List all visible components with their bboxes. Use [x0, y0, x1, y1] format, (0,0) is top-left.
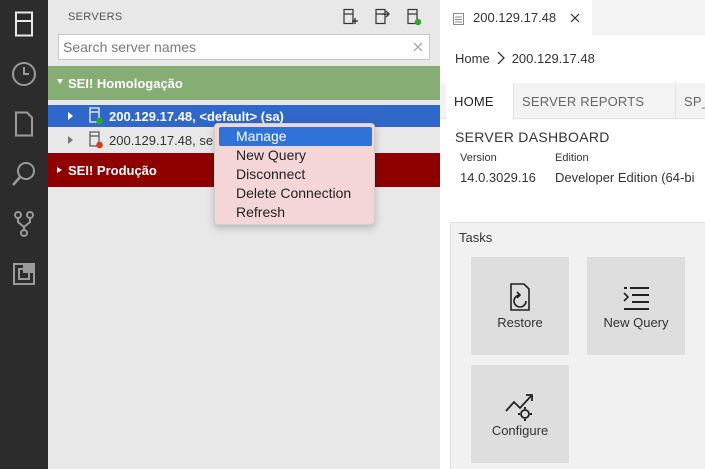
tab-sp[interactable]: SP_	[675, 83, 705, 119]
edition-value: Developer Edition (64-bi	[555, 170, 695, 185]
close-tab-icon[interactable]	[569, 11, 581, 23]
file-icon	[453, 12, 464, 25]
server-label: 200.129.17.48, <default> (sa)	[109, 109, 284, 124]
task-configure[interactable]: Configure	[471, 365, 569, 463]
tasks-widget: Tasks Restore New Query Configure	[450, 222, 705, 469]
tasks-title: Tasks	[459, 230, 493, 245]
edition-label: Edition	[555, 152, 589, 164]
configure-icon	[502, 387, 538, 423]
search-icon[interactable]	[10, 160, 38, 188]
tab-server-reports[interactable]: SERVER REPORTS	[513, 83, 675, 119]
search-input-container	[58, 34, 430, 60]
tab-home[interactable]: HOME	[446, 83, 513, 119]
task-label: Restore	[497, 315, 543, 330]
servers-icon[interactable]	[10, 10, 38, 38]
search-input[interactable]	[63, 37, 403, 57]
server-label: 200.129.17.48, se	[109, 133, 214, 148]
active-connections-icon[interactable]	[405, 8, 423, 26]
server-disconnected-icon	[88, 131, 104, 149]
sidebar-header: SERVERS	[48, 0, 440, 34]
menu-item-delete-connection[interactable]: Delete Connection	[219, 184, 372, 203]
menu-item-refresh[interactable]: Refresh	[219, 203, 372, 222]
explorer-icon[interactable]	[10, 110, 38, 138]
editor-tab-bar: 200.129.17.48	[440, 0, 705, 35]
expanded-caret-icon	[57, 79, 63, 84]
servers-sidebar: SERVERS SEI! Homologação 200.129.17.48, …	[48, 0, 440, 469]
task-label: Configure	[491, 423, 549, 438]
extensions-icon[interactable]	[10, 260, 38, 288]
menu-item-disconnect[interactable]: Disconnect	[219, 165, 372, 184]
collapsed-caret-icon	[57, 167, 62, 173]
task-label: New Query	[603, 315, 669, 330]
new-query-icon	[618, 279, 654, 315]
clear-search-icon[interactable]	[411, 40, 425, 54]
new-connection-icon[interactable]	[341, 8, 359, 26]
collapsed-twistie-icon	[68, 136, 73, 144]
history-icon[interactable]	[10, 60, 38, 88]
tab-label: 200.129.17.48	[473, 10, 557, 25]
server-group-label: SEI! Homologação	[68, 76, 183, 91]
sidebar-title: SERVERS	[68, 11, 123, 23]
editor-area: 200.129.17.48 Home 200.129.17.48 HOME SER…	[440, 0, 705, 469]
chevron-right-icon	[494, 51, 508, 65]
breadcrumb-current: 200.129.17.48	[511, 51, 595, 66]
breadcrumb: Home 200.129.17.48	[455, 51, 595, 66]
collapsed-twistie-icon	[68, 112, 73, 120]
version-value: 14.0.3029.16	[460, 170, 536, 185]
context-menu: Manage New Query Disconnect Delete Conne…	[214, 123, 375, 225]
activity-bar	[0, 0, 48, 469]
breadcrumb-home[interactable]: Home	[455, 51, 490, 66]
server-connected-icon	[88, 107, 104, 125]
dashboard-tabs: HOME SERVER REPORTS SP_	[440, 83, 705, 119]
restore-icon	[502, 279, 538, 315]
menu-item-manage[interactable]: Manage	[219, 127, 372, 146]
dashboard-title: SERVER DASHBOARD	[455, 129, 610, 145]
new-server-group-icon[interactable]	[373, 8, 391, 26]
version-label: Version	[460, 152, 497, 164]
server-group-label: SEI! Produção	[68, 163, 157, 178]
editor-tab[interactable]: 200.129.17.48	[440, 0, 592, 35]
task-restore[interactable]: Restore	[471, 257, 569, 355]
server-group-homologacao[interactable]: SEI! Homologação	[48, 66, 440, 100]
menu-item-new-query[interactable]: New Query	[219, 146, 372, 165]
task-new-query[interactable]: New Query	[587, 257, 685, 355]
source-control-icon[interactable]	[10, 210, 38, 238]
